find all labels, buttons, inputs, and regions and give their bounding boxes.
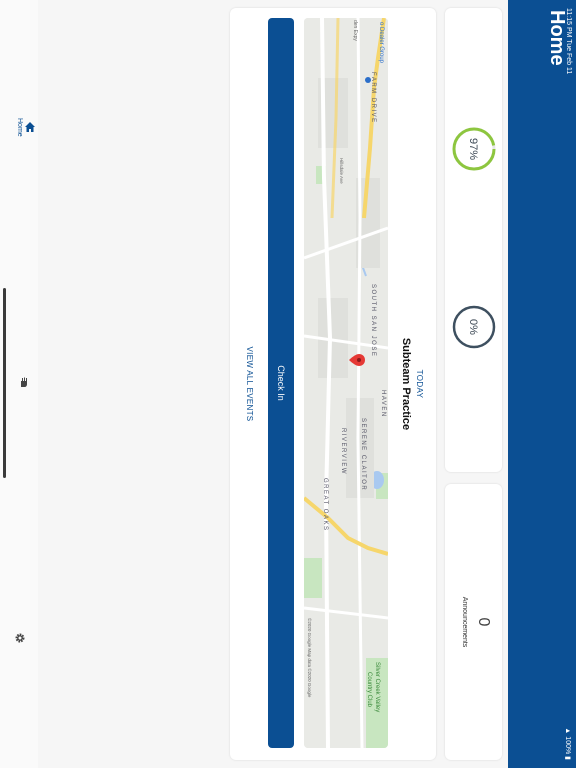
progress-ring-label: 97% [467,138,479,160]
sidebar-item-settings[interactable] [14,632,26,644]
event-map[interactable]: o Dealer Group FARM DRIVE den Expy Hills… [304,18,388,748]
view-all-events-link[interactable]: VIEW ALL EVENTS [245,8,254,760]
map-label: SERENE CLAITOR [360,418,366,491]
announcements-card[interactable]: 0 Announcements [445,484,502,760]
home-icon [25,122,35,133]
sidebar-item-label: Home [16,118,23,137]
map-label: Hillsdale Ave [339,158,344,184]
header-bar: 11:15 PM Tue Feb 11 ▲ 100% ▮ Home [508,0,576,768]
status-battery: ▲ 100% ▮ [564,727,571,760]
event-card: TODAY Subteam Practice o Dealer Group FA… [230,8,436,760]
map-poi-icon [365,77,371,83]
park-area [304,558,322,598]
gear-icon [15,633,25,643]
announcement-label: Announcements [461,596,468,648]
progress-ring: 97% [452,127,496,171]
map-label: GREAT OAKS [322,478,328,531]
check-in-button[interactable]: Check In [268,18,294,748]
stats-card: 97% 0% [445,8,502,472]
event-date: TODAY [415,369,424,399]
progress-ring-label: 0% [467,319,479,335]
page-title: Home [546,10,568,66]
sidebar-item-home[interactable]: Home [16,118,36,137]
sidebar-resize-handle[interactable] [3,288,6,478]
announcement-count: 0 [475,617,492,627]
map-canvas: o Dealer Group FARM DRIVE den Expy Hills… [304,18,388,748]
map-label: RIVERVIEW [340,428,346,475]
hand-icon [21,377,27,387]
app-screen: 11:15 PM Tue Feb 11 ▲ 100% ▮ Home 97% 0%… [0,0,576,768]
map-label: o Dealer Group [378,22,384,64]
map-label: HAVEN [380,390,386,418]
map-label: SOUTH SAN JOSE [370,284,376,357]
map-label: Country Club [366,672,372,708]
event-title: Subteam Practice [400,337,412,431]
map-label: den Expy [352,20,358,41]
sidebar-item-attendance[interactable] [18,376,30,388]
progress-ring: 0% [452,305,496,349]
map-label: Silver Creek Valley [374,662,380,712]
